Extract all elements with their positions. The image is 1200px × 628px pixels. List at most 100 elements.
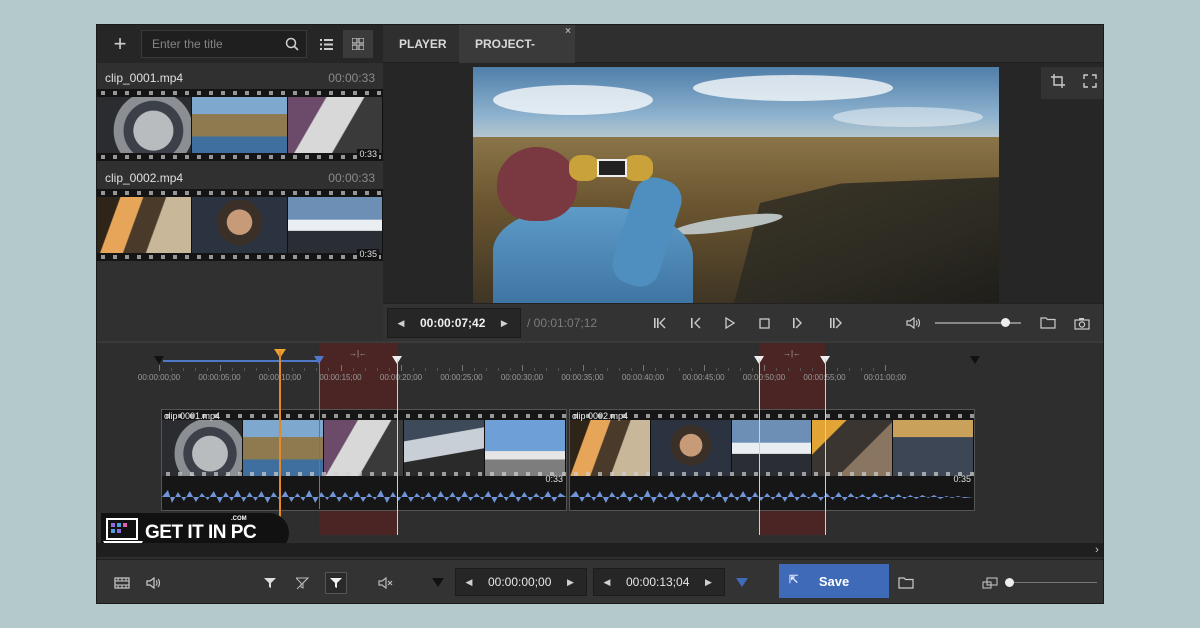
ruler-minor-tick [267,368,269,371]
track-clip-end: 0:33 [545,474,563,484]
ruler-minor-tick [534,368,536,371]
ruler-tick-label: 00:00:50;00 [742,373,786,382]
crop-icon[interactable] [1050,73,1066,94]
audio-track-icon[interactable] [143,572,165,594]
total-time: / 00:01:07;12 [527,316,598,330]
ruler-minor-tick [691,368,693,371]
save-label: Save [818,573,850,589]
cut-gap-icon: →|← [348,349,368,358]
filter-selection-icon[interactable] [325,572,347,594]
step-forward-icon[interactable]: ▶ [491,309,517,337]
start-marker[interactable] [154,356,164,364]
mute-icon[interactable] [375,572,397,594]
current-time: 00:00:07;42 [420,316,486,330]
ruler-minor-tick [364,368,366,371]
playhead[interactable] [279,351,281,525]
start-time-next-icon[interactable]: ▶ [557,568,583,596]
ruler-minor-tick [679,368,681,371]
player-panel: PLAYER PROJECT-1.SSP × [383,25,1103,341]
ruler-minor-tick [630,368,632,371]
ruler-tick-label: 00:00:20;00 [379,373,423,382]
ruler-minor-tick [618,368,620,371]
ruler-minor-tick [751,368,753,371]
player-tabs: PLAYER PROJECT-1.SSP × [383,25,1103,89]
marker-in-icon[interactable] [427,572,449,594]
marker-out-icon[interactable] [731,572,753,594]
close-icon[interactable]: × [565,25,571,51]
filter-off-icon[interactable] [291,572,313,594]
library-clip-1[interactable]: clip_0001.mp4 00:00:33 0:33 [97,65,383,161]
start-time-prev-icon[interactable]: ◀ [456,568,482,596]
fullscreen-icon[interactable] [1082,73,1097,93]
folder-icon[interactable] [1039,314,1057,332]
tab-project[interactable]: PROJECT-1.SSP × [459,25,575,89]
ruler-minor-tick [715,368,717,371]
ruler-tick [159,365,160,371]
zoom-knob[interactable] [1005,578,1014,587]
ruler-minor-tick [570,368,572,371]
output-folder-icon[interactable] [895,572,917,594]
ruler-minor-tick [727,368,729,371]
timeline-scrollbar[interactable]: › [97,543,1103,557]
next-frame-icon[interactable] [789,314,807,332]
timeline[interactable]: 00:00:00;0000:00:05;0000:00:10;0000:00:1… [97,341,1103,559]
tab-player[interactable]: PLAYER [383,25,459,63]
watermark-text: GET IT IN PC [145,522,257,543]
track-clip-end: 0:35 [953,474,971,484]
ruler-tick [582,365,584,371]
snapshot-icon[interactable] [1073,314,1091,332]
ruler-tick [764,365,765,371]
cut-line [397,359,398,535]
grid-view-icon[interactable] [343,30,373,58]
ruler-tick-label: 00:00:25;00 [440,373,483,382]
add-media-button[interactable]: + [105,30,135,58]
audio-waveform [162,490,566,503]
clip-name: clip_0002.mp4 [105,171,184,185]
end-marker[interactable] [970,356,980,364]
video-preview[interactable] [473,67,999,303]
zoom-slider[interactable] [1005,578,1097,587]
filter-icon[interactable] [259,572,281,594]
ruler-minor-tick [304,368,306,371]
clip-duration: 00:00:33 [328,171,375,185]
ruler-tick [219,365,221,371]
ruler-minor-tick [231,368,233,371]
ruler-tick [703,365,705,371]
clip-name: clip_0001.mp4 [105,71,184,85]
ruler-minor-tick [328,368,330,371]
go-to-end-icon[interactable] [827,314,845,332]
zoom-out-icon[interactable] [979,572,1001,594]
play-icon[interactable] [721,314,739,332]
ruler-minor-tick [788,368,790,371]
stop-icon[interactable] [755,314,773,332]
track-clip-label: clip 0001.mp4 [164,411,221,421]
list-view-icon[interactable] [311,30,341,58]
clip-end-time: 0:35 [357,249,379,259]
volume-knob[interactable] [1001,318,1010,327]
timeline-clip-1[interactable]: clip 0001.mp4 0:33 [161,409,567,511]
search-icon[interactable] [277,30,307,58]
ruler-tick [522,365,523,371]
ruler-tick-label: 00:00:15;00 [319,373,362,382]
ruler-minor-tick [449,368,451,371]
scroll-right-icon[interactable]: › [1091,543,1103,557]
end-time-next-icon[interactable]: ▶ [695,568,721,596]
ruler-minor-tick [243,368,245,371]
end-time-prev-icon[interactable]: ◀ [594,568,620,596]
volume-icon[interactable] [905,314,923,332]
volume-slider[interactable] [935,318,1021,327]
cut-line [759,359,760,535]
library-clip-2[interactable]: clip_0002.mp4 00:00:33 0:35 [97,165,383,261]
previous-frame-icon[interactable] [687,314,705,332]
ruler-minor-tick [425,368,427,371]
save-button[interactable]: ⇱ Save [779,564,889,598]
step-back-icon[interactable]: ◀ [388,309,414,337]
timeline-clip-2[interactable]: clip 0002.mp4 0:35 [569,409,975,511]
ruler-minor-tick [171,368,173,371]
clip-thumbnail-strip: 0:33 [97,89,383,161]
video-track-icon[interactable] [111,572,133,594]
go-to-start-icon[interactable] [651,314,669,332]
ruler-minor-tick [316,368,318,371]
selection-range[interactable] [163,360,319,362]
ruler-minor-tick [606,368,608,371]
